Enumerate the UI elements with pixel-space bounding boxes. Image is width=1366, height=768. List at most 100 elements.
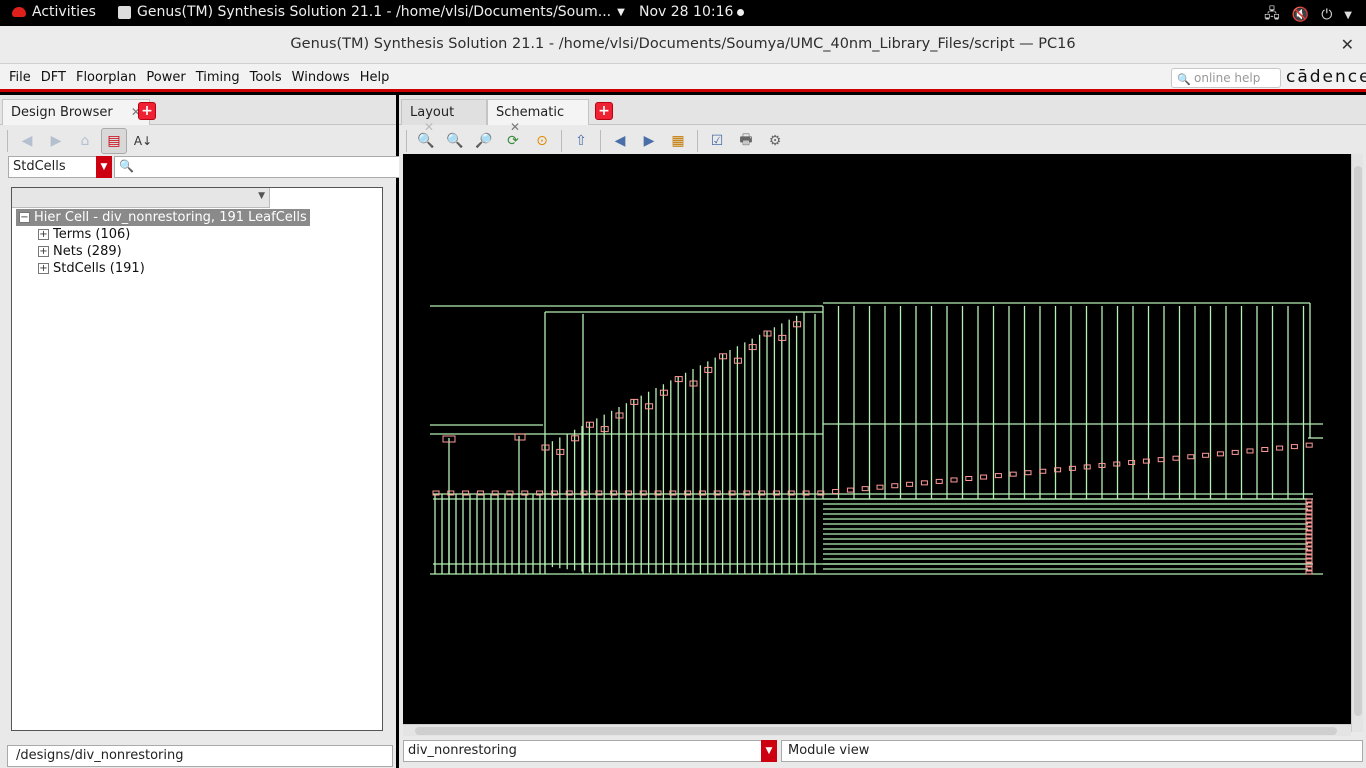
online-help-search[interactable]: 🔍 online help bbox=[1171, 68, 1281, 88]
schematic-cell[interactable] bbox=[1187, 454, 1195, 460]
schematic-drawing[interactable] bbox=[403, 154, 1351, 724]
schematic-cell[interactable] bbox=[1261, 447, 1269, 452]
volume-muted-icon[interactable]: 🔇 bbox=[1292, 7, 1309, 23]
schematic-cell[interactable] bbox=[1157, 457, 1165, 463]
print-icon[interactable]: 🖶 bbox=[733, 128, 759, 154]
back-icon[interactable]: ◀ bbox=[607, 128, 633, 154]
home-icon[interactable]: ⌂ bbox=[72, 128, 98, 154]
vertical-scrollbar[interactable] bbox=[1351, 154, 1363, 732]
schematic-cell[interactable] bbox=[1305, 550, 1313, 555]
schematic-cell[interactable] bbox=[1305, 534, 1313, 539]
add-tab-button[interactable]: + bbox=[138, 102, 156, 120]
schematic-cell[interactable] bbox=[846, 487, 854, 493]
tab-design-browser[interactable]: Design Browser ✕ bbox=[2, 99, 150, 125]
schematic-cell[interactable] bbox=[1202, 452, 1210, 458]
schematic-cell[interactable] bbox=[1009, 471, 1017, 477]
schematic-cell[interactable] bbox=[906, 481, 914, 487]
menu-power[interactable]: Power bbox=[141, 70, 190, 85]
power-icon[interactable]: ⏻ bbox=[1321, 7, 1332, 23]
schematic-cell[interactable] bbox=[891, 483, 899, 489]
forward-icon[interactable]: ▶ bbox=[636, 128, 662, 154]
schematic-cell[interactable] bbox=[1305, 570, 1313, 575]
zoom-in-icon[interactable]: 🔍 bbox=[413, 128, 439, 154]
schematic-canvas[interactable] bbox=[403, 154, 1351, 724]
collapse-icon[interactable]: − bbox=[19, 212, 30, 223]
tree-item-stdcells[interactable]: + StdCells (191) bbox=[38, 261, 145, 276]
schematic-cell[interactable] bbox=[1290, 444, 1298, 450]
schematic-cell[interactable] bbox=[514, 433, 526, 441]
back-icon[interactable]: ◀ bbox=[14, 128, 40, 154]
clock[interactable]: Nov 28 10:16 bbox=[639, 4, 745, 20]
schematic-cell[interactable] bbox=[994, 473, 1002, 479]
horizontal-scrollbar[interactable] bbox=[403, 724, 1351, 736]
schematic-cell[interactable] bbox=[1276, 445, 1284, 451]
schematic-cell[interactable] bbox=[965, 476, 973, 481]
menu-tools[interactable]: Tools bbox=[245, 70, 287, 85]
tab-schematic[interactable]: Schematic ✕ bbox=[487, 99, 589, 134]
zoom-fit-icon[interactable]: 🔎 bbox=[471, 128, 497, 154]
expand-icon[interactable]: + bbox=[38, 246, 49, 257]
tree-item-nets[interactable]: + Nets (289) bbox=[38, 244, 122, 259]
menu-dft[interactable]: DFT bbox=[36, 70, 71, 85]
chevron-down-icon[interactable]: ▼ bbox=[1344, 10, 1352, 21]
schematic-cell[interactable] bbox=[1128, 460, 1136, 466]
browser-search-input[interactable]: 🔍 bbox=[114, 156, 400, 178]
tree-column-header[interactable]: ▼ bbox=[12, 188, 270, 208]
module-select[interactable]: div_nonrestoring ▼ bbox=[403, 740, 777, 762]
menu-timing[interactable]: Timing bbox=[191, 70, 245, 85]
schematic-cell[interactable] bbox=[1083, 464, 1091, 470]
schematic-cell[interactable] bbox=[1216, 451, 1224, 457]
network-icon[interactable]: 🖧 bbox=[1264, 3, 1280, 27]
schematic-cell[interactable] bbox=[1039, 468, 1047, 474]
schematic-cell[interactable] bbox=[1305, 558, 1313, 563]
schematic-cell[interactable] bbox=[876, 484, 884, 490]
settings-gear-icon[interactable]: ⚙ bbox=[762, 128, 788, 154]
schematic-cell[interactable] bbox=[1231, 449, 1239, 455]
activities-button[interactable]: Activities bbox=[12, 4, 96, 20]
menu-file[interactable]: File bbox=[4, 70, 36, 85]
chevron-down-icon[interactable]: ▼ bbox=[761, 740, 777, 762]
schematic-cell[interactable] bbox=[1068, 465, 1076, 471]
forward-icon[interactable]: ▶ bbox=[43, 128, 69, 154]
scrollbar-thumb[interactable] bbox=[415, 727, 1337, 735]
schematic-cell[interactable] bbox=[832, 489, 840, 495]
schematic-cell[interactable] bbox=[1024, 470, 1032, 476]
hierarchy-icon[interactable]: ▦ bbox=[665, 128, 691, 154]
menu-help[interactable]: Help bbox=[355, 70, 395, 85]
zoom-out-icon[interactable]: 🔍 bbox=[442, 128, 468, 154]
schematic-cell[interactable] bbox=[1305, 510, 1313, 515]
filter-toggle-icon[interactable]: ▤ bbox=[101, 128, 127, 154]
refresh-icon[interactable]: ⟳ bbox=[500, 128, 526, 154]
menu-floorplan[interactable]: Floorplan bbox=[71, 70, 141, 85]
schematic-cell[interactable] bbox=[1305, 554, 1313, 559]
schematic-cell[interactable] bbox=[1113, 461, 1121, 467]
select-icon[interactable]: ☑ bbox=[704, 128, 730, 154]
schematic-cell[interactable] bbox=[1305, 514, 1313, 519]
tab-layout[interactable]: Layout ✕ bbox=[401, 99, 487, 134]
system-tray[interactable]: 🖧 🔇 ⏻ ▼ bbox=[1264, 3, 1352, 27]
stop-icon[interactable]: ⊙ bbox=[529, 128, 555, 154]
schematic-cell[interactable] bbox=[935, 478, 943, 484]
tree-item-terms[interactable]: + Terms (106) bbox=[38, 227, 130, 242]
menu-windows[interactable]: Windows bbox=[287, 70, 355, 85]
schematic-cell[interactable] bbox=[920, 480, 928, 486]
schematic-cell[interactable] bbox=[1246, 448, 1254, 454]
schematic-cell[interactable] bbox=[1305, 518, 1313, 523]
scrollbar-thumb[interactable] bbox=[1354, 166, 1362, 716]
current-path-field[interactable]: /designs/div_nonrestoring bbox=[7, 745, 393, 767]
schematic-cell[interactable] bbox=[1305, 498, 1313, 503]
schematic-cell[interactable] bbox=[1305, 442, 1313, 448]
expand-icon[interactable]: + bbox=[38, 229, 49, 240]
sort-az-icon[interactable]: A↓ bbox=[130, 128, 156, 154]
schematic-cell[interactable] bbox=[950, 477, 958, 483]
app-menu[interactable]: Genus(TM) Synthesis Solution 21.1 - /hom… bbox=[118, 4, 625, 20]
chevron-down-icon[interactable]: ▼ bbox=[96, 156, 112, 178]
tree-root-hier-cell[interactable]: − Hier Cell - div_nonrestoring, 191 LeafC… bbox=[16, 209, 310, 226]
schematic-cell[interactable] bbox=[980, 474, 988, 480]
expand-icon[interactable]: + bbox=[38, 263, 49, 274]
schematic-cell[interactable] bbox=[861, 486, 869, 492]
schematic-cell[interactable] bbox=[1172, 455, 1180, 461]
schematic-cell[interactable] bbox=[1305, 538, 1313, 543]
add-tab-button[interactable]: + bbox=[595, 102, 613, 120]
schematic-cell[interactable] bbox=[1305, 530, 1313, 535]
